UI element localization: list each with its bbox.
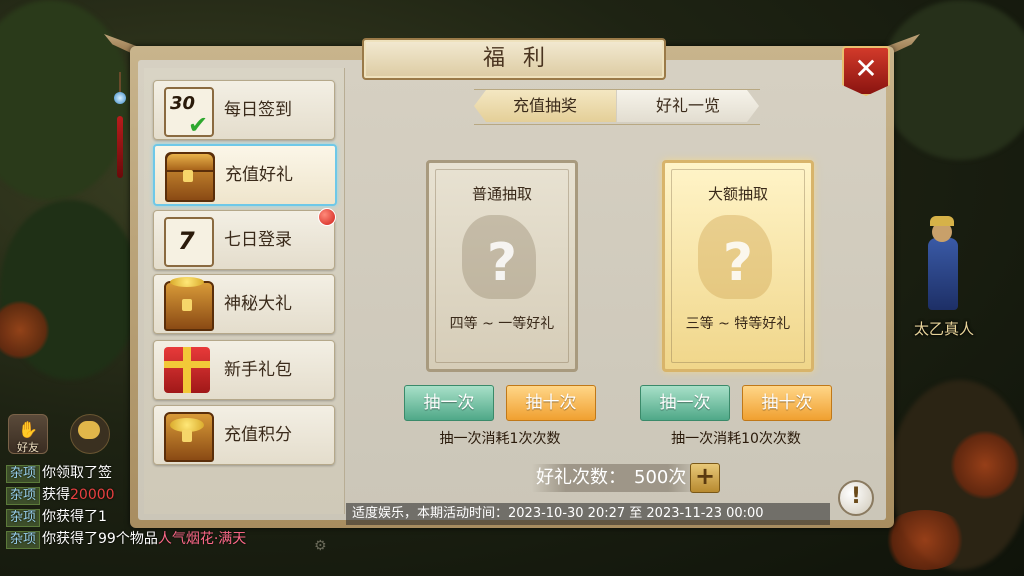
- normal-draw-card: 普通抽取 ? 四等 ~ 一等好礼: [426, 160, 578, 372]
- close-icon: ✕: [854, 52, 878, 85]
- menu-item-label: 充值好礼: [225, 165, 293, 185]
- chat-tag: 杂项: [6, 487, 41, 505]
- chat-text: 你领取了签: [42, 465, 113, 481]
- plus-icon: +: [694, 462, 716, 490]
- bg-flowers: [950, 430, 1020, 500]
- red-gift-box-icon: [164, 347, 210, 393]
- npc-character[interactable]: [918, 216, 968, 316]
- chat-button[interactable]: [70, 414, 110, 454]
- menu-item-newbie-pack[interactable]: 新手礼包: [153, 340, 335, 400]
- chat-highlight: 人气烟花·满天: [157, 531, 247, 547]
- menu-item-daily-signin[interactable]: 30 ✔ 每日签到: [153, 80, 335, 140]
- big-draw-cost: 抽一次消耗10次次数: [671, 431, 801, 447]
- handshake-icon: ✋: [18, 420, 38, 439]
- bg-tree: [880, 0, 1024, 160]
- tab-recharge-lottery[interactable]: 充值抽奖: [474, 90, 616, 122]
- question-mark-icon: ?: [486, 233, 518, 293]
- gold-chest-icon: [164, 277, 214, 331]
- chat-tag: 杂项: [6, 509, 41, 527]
- menu-item-label: 新手礼包: [224, 360, 292, 380]
- npc-robe: [928, 238, 958, 310]
- gold-coin-chest-icon: [164, 412, 214, 462]
- chat-highlight: 20000: [70, 487, 115, 503]
- menu-item-recharge-gifts[interactable]: 充值好礼: [153, 144, 337, 206]
- npc-hat: [930, 216, 954, 226]
- card-reward-range: 三等 ~ 特等好礼: [685, 316, 791, 332]
- normal-draw-ten-button[interactable]: 抽十次: [506, 385, 596, 421]
- chat-line: 杂项 你获得了99个物品人气烟花·满天: [6, 528, 336, 550]
- chat-tag: 杂项: [6, 465, 41, 483]
- notification-red-dot: [318, 208, 336, 226]
- calendar-number: 7: [178, 227, 195, 255]
- exclamation-icon: !: [850, 484, 862, 509]
- chat-text: 你获得了1: [42, 509, 107, 525]
- normal-draw-cost: 抽一次消耗1次次数: [439, 431, 561, 447]
- panel-title: 福利: [482, 46, 563, 71]
- gift-count-value: 500次: [634, 467, 687, 488]
- card-title: 普通抽取: [471, 185, 532, 203]
- friend-label: 好友: [17, 441, 39, 454]
- info-button[interactable]: !: [838, 480, 874, 516]
- card-reward-range: 四等 ~ 一等好礼: [449, 316, 555, 332]
- menu-item-label: 充值积分: [224, 425, 292, 445]
- menu-item-label: 神秘大礼: [224, 294, 292, 314]
- activity-notice: 适度娱乐，本期活动时间：2023-10-30 20:27 至 2023-11-2…: [352, 506, 764, 521]
- friend-button[interactable]: ✋ 好友: [8, 414, 48, 454]
- npc-name: 太乙真人: [913, 320, 974, 338]
- speech-bubble-icon: [78, 421, 100, 439]
- settings-gear-icon[interactable]: ⚙: [314, 538, 327, 554]
- chat-tag: 杂项: [6, 531, 41, 549]
- menu-item-mystery-gift[interactable]: 神秘大礼: [153, 274, 335, 334]
- jade-pendant-icon: [113, 72, 127, 182]
- big-draw-card: 大额抽取 ? 三等 ~ 特等好礼: [662, 160, 814, 372]
- card-title: 大额抽取: [707, 185, 768, 203]
- add-count-button[interactable]: +: [690, 462, 720, 493]
- treasure-chest-icon: [165, 152, 215, 202]
- calendar-30-check-icon: 30 ✔: [164, 87, 214, 139]
- tab-gift-overview[interactable]: 好礼一览: [617, 90, 759, 122]
- menu-item-label: 七日登录: [224, 230, 292, 250]
- panel-title-plate: 福利: [362, 38, 666, 80]
- normal-draw-once-button[interactable]: 抽一次: [404, 385, 494, 421]
- chat-text: 你获得了99个物品: [42, 531, 158, 547]
- menu-item-recharge-points[interactable]: 充值积分: [153, 405, 335, 465]
- calendar-7-icon: 7: [164, 217, 214, 267]
- question-mark-icon: ?: [722, 233, 754, 293]
- gift-count-label: 好礼次数：: [536, 467, 626, 488]
- chat-text: 获得: [42, 487, 71, 503]
- menu-item-seven-day-login[interactable]: 7 七日登录: [153, 210, 335, 270]
- bg-tree: [0, 0, 130, 200]
- big-draw-once-button[interactable]: 抽一次: [640, 385, 730, 421]
- big-draw-ten-button[interactable]: 抽十次: [742, 385, 832, 421]
- menu-item-label: 每日签到: [224, 100, 292, 120]
